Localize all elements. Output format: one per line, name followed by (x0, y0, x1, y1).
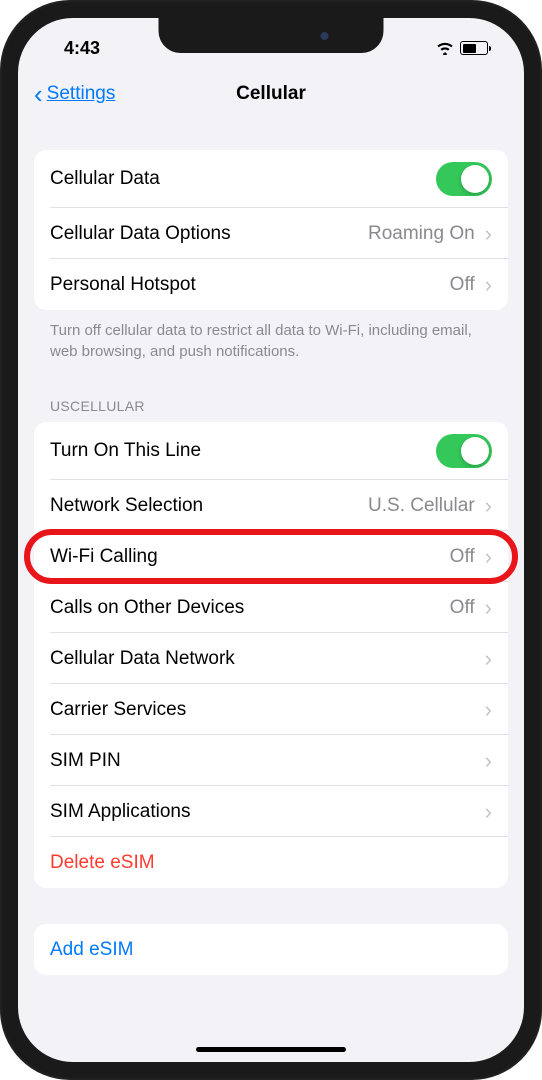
row-turn-on-line[interactable]: Turn On This Line (34, 422, 508, 480)
row-label: Calls on Other Devices (50, 597, 450, 619)
section-add-esim: Add eSIM (34, 924, 508, 975)
row-delete-esim[interactable]: Delete eSIM (34, 837, 508, 888)
toggle-turn-on-line[interactable] (436, 434, 492, 468)
home-indicator[interactable] (196, 1047, 346, 1052)
row-personal-hotspot[interactable]: Personal Hotspot Off › (34, 259, 508, 310)
row-sim-pin[interactable]: SIM PIN › (34, 735, 508, 786)
status-indicators (436, 41, 488, 55)
wifi-icon (436, 41, 454, 55)
row-cellular-data-options[interactable]: Cellular Data Options Roaming On › (34, 208, 508, 259)
row-cellular-data[interactable]: Cellular Data (34, 150, 508, 208)
chevron-right-icon: › (485, 595, 492, 621)
screen: 4:43 ‹ Settings Cellular (18, 18, 524, 1062)
row-label: Cellular Data Network (50, 648, 485, 670)
battery-level (463, 44, 477, 53)
list-cellular: Cellular Data Cellular Data Options Roam… (34, 150, 508, 310)
back-label: Settings (47, 83, 116, 105)
row-label: Personal Hotspot (50, 274, 450, 296)
chevron-right-icon: › (485, 493, 492, 519)
chevron-right-icon: › (485, 646, 492, 672)
row-calls-other-devices[interactable]: Calls on Other Devices Off › (34, 582, 508, 633)
row-network-selection[interactable]: Network Selection U.S. Cellular › (34, 480, 508, 531)
row-label: Add eSIM (50, 939, 492, 961)
phone-frame: 4:43 ‹ Settings Cellular (0, 0, 542, 1080)
chevron-right-icon: › (485, 697, 492, 723)
row-carrier-services[interactable]: Carrier Services › (34, 684, 508, 735)
section-cellular: Cellular Data Cellular Data Options Roam… (34, 150, 508, 362)
chevron-right-icon: › (485, 221, 492, 247)
toggle-cellular-data[interactable] (436, 162, 492, 196)
nav-bar: ‹ Settings Cellular (18, 68, 524, 120)
row-label: Carrier Services (50, 699, 485, 721)
list-carrier: Turn On This Line Network Selection U.S.… (34, 422, 508, 888)
row-label: Wi-Fi Calling (50, 546, 450, 568)
row-cellular-data-network[interactable]: Cellular Data Network › (34, 633, 508, 684)
chevron-right-icon: › (485, 272, 492, 298)
section-header: USCELLULAR (34, 398, 508, 422)
chevron-right-icon: › (485, 748, 492, 774)
back-chevron-icon: ‹ (34, 81, 43, 107)
row-add-esim[interactable]: Add eSIM (34, 924, 508, 975)
row-label: SIM Applications (50, 801, 485, 823)
row-label: Network Selection (50, 495, 368, 517)
notch (159, 18, 384, 53)
row-label: Cellular Data Options (50, 223, 368, 245)
row-sim-applications[interactable]: SIM Applications › (34, 786, 508, 837)
section-footer: Turn off cellular data to restrict all d… (34, 310, 508, 362)
back-button[interactable]: ‹ Settings (34, 81, 115, 107)
row-label: Delete eSIM (50, 852, 492, 874)
row-value: U.S. Cellular (368, 495, 475, 517)
row-value: Off (450, 546, 475, 568)
chevron-right-icon: › (485, 799, 492, 825)
row-value: Off (450, 597, 475, 619)
section-carrier: USCELLULAR Turn On This Line Network Sel… (34, 398, 508, 888)
content-area[interactable]: Cellular Data Cellular Data Options Roam… (18, 120, 524, 1054)
battery-icon (460, 41, 488, 55)
status-time: 4:43 (64, 38, 100, 59)
row-label: Turn On This Line (50, 440, 436, 462)
chevron-right-icon: › (485, 544, 492, 570)
row-wifi-calling[interactable]: Wi-Fi Calling Off › (34, 531, 508, 582)
row-label: Cellular Data (50, 168, 436, 190)
row-value: Roaming On (368, 223, 475, 245)
row-label: SIM PIN (50, 750, 485, 772)
list-add-esim: Add eSIM (34, 924, 508, 975)
page-title: Cellular (236, 83, 306, 105)
row-value: Off (450, 274, 475, 296)
